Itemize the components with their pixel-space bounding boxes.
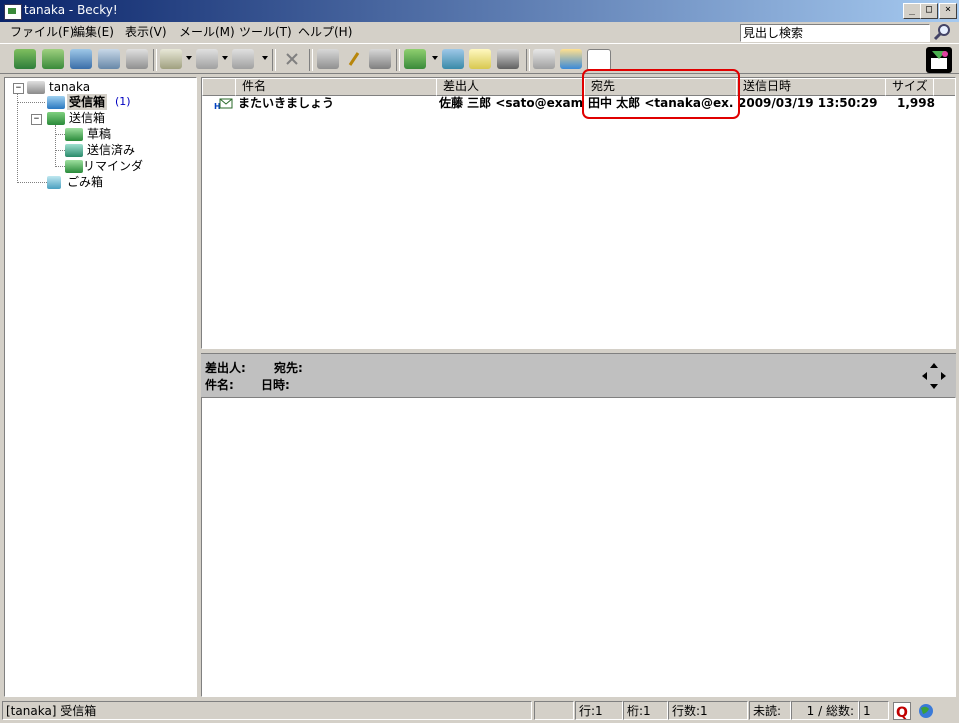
preview-subject-label: 件名: <box>205 378 234 392</box>
reply-icon[interactable] <box>196 49 218 69</box>
send-receive-icon[interactable] <box>42 49 64 69</box>
pencil-icon[interactable] <box>343 49 365 69</box>
move-icon[interactable] <box>369 49 391 69</box>
toolbar-separator <box>526 49 530 71</box>
becky-logo-icon <box>926 47 952 73</box>
tree-trash[interactable]: ごみ箱 <box>67 174 103 190</box>
delete-icon[interactable] <box>281 49 303 69</box>
status-row: 行:1 <box>575 701 623 720</box>
send-mail-icon[interactable] <box>70 49 92 69</box>
tree-line <box>55 150 65 151</box>
status-empty <box>534 701 574 720</box>
tree-line <box>55 125 56 167</box>
address-book-icon[interactable] <box>404 49 426 69</box>
network-globe-icon[interactable] <box>916 702 936 720</box>
folder-icon[interactable] <box>560 49 582 69</box>
unread-mail-icon: H <box>214 97 234 113</box>
reply-dropdown-icon[interactable] <box>222 56 228 60</box>
tree-inbox[interactable]: 受信箱 <box>67 94 108 110</box>
tree-line <box>17 93 18 183</box>
tree-reminder[interactable]: リマインダ <box>83 158 143 174</box>
tree-line <box>17 182 47 183</box>
quick-search-icon[interactable]: Q <box>893 702 911 721</box>
status-counts: 1 / 総数: <box>791 701 859 720</box>
menu-file[interactable]: ファイル(F) <box>7 24 77 40</box>
message-list: 件名 差出人 宛先 送信日時 サイズ H またいきましょう 佐藤 三郎 <sat… <box>201 77 956 349</box>
toolbar-separator <box>309 49 313 71</box>
status-unread-label: 未読: <box>749 701 791 720</box>
tree-outbox[interactable]: 送信箱 <box>69 110 105 126</box>
receive-mail-icon[interactable] <box>14 49 36 69</box>
menu-view[interactable]: 表示(V) <box>122 24 170 40</box>
maximize-button[interactable]: □ <box>920 3 938 19</box>
preview-header: 差出人: 宛先: 件名: 日時: <box>201 353 956 397</box>
tree-sent[interactable]: 送信済み <box>87 142 135 158</box>
account-icon <box>27 81 45 94</box>
status-lines: 行数:1 <box>668 701 748 720</box>
tree-line <box>17 102 45 103</box>
status-bar: [tanaka] 受信箱 行:1 桁:1 行数:1 未読: 1 / 総数: 1 … <box>0 700 959 722</box>
header-search-input[interactable]: 見出し検索 <box>740 24 930 42</box>
status-folder: [tanaka] 受信箱 <box>2 701 532 720</box>
menu-edit[interactable]: 編集(E) <box>70 24 117 40</box>
row-subject: またいきましょう <box>238 96 335 110</box>
trash-icon <box>47 176 61 189</box>
toolbar <box>0 43 959 74</box>
compose-dropdown-icon[interactable] <box>186 56 192 60</box>
tree-drafts[interactable]: 草稿 <box>87 126 111 142</box>
svg-text:Q: Q <box>896 705 908 719</box>
preview-date-label: 日時: <box>261 378 290 392</box>
notes-icon[interactable] <box>469 49 491 69</box>
close-button[interactable]: × <box>939 3 957 19</box>
tree-collapse-icon[interactable]: − <box>13 83 24 94</box>
offline-icon[interactable] <box>126 49 148 69</box>
sync-icon[interactable] <box>98 49 120 69</box>
thread-icon[interactable] <box>317 49 339 69</box>
compose-icon[interactable] <box>160 49 182 69</box>
status-col: 桁:1 <box>623 701 668 720</box>
tree-collapse-icon[interactable]: − <box>31 114 42 125</box>
preview-from-label: 差出人: <box>205 361 246 375</box>
column-header-filler <box>933 78 955 96</box>
clip-icon[interactable] <box>533 49 555 69</box>
menu-tools[interactable]: ツール(T) <box>236 24 295 40</box>
preview-pane[interactable] <box>201 397 956 697</box>
search-icon[interactable] <box>932 22 954 42</box>
minimize-button[interactable]: _ <box>903 3 921 19</box>
column-header-from[interactable]: 差出人 <box>436 78 592 96</box>
tree-line <box>55 166 65 167</box>
column-header-subject[interactable]: 件名 <box>235 78 444 96</box>
tree-account[interactable]: tanaka <box>49 79 90 95</box>
template-icon[interactable] <box>497 49 519 69</box>
toolbar-separator <box>396 49 400 71</box>
address-dropdown-icon[interactable] <box>432 56 438 60</box>
toolbar-separator <box>153 49 157 71</box>
inbox-unread-count: (1) <box>115 95 131 108</box>
title-bar[interactable]: tanaka - Becky! _ □ × <box>0 0 959 22</box>
drafts-icon <box>65 128 83 141</box>
forward-icon[interactable] <box>232 49 254 69</box>
row-size: 1,998 <box>897 96 935 110</box>
layout-icon[interactable] <box>587 49 611 71</box>
sent-icon <box>65 144 83 157</box>
tree-line <box>55 134 65 135</box>
column-header-date[interactable]: 送信日時 <box>736 78 893 96</box>
app-icon <box>4 4 22 20</box>
reminder-icon <box>65 160 83 173</box>
preview-to-label: 宛先: <box>274 361 303 375</box>
folder-tree: − tanaka 受信箱 (1) − 送信箱 草稿 送信済み リマインダ ごみ箱 <box>4 77 197 697</box>
inbox-icon <box>47 96 65 109</box>
menu-mail[interactable]: メール(M) <box>176 24 238 40</box>
forward-dropdown-icon[interactable] <box>262 56 268 60</box>
menu-help[interactable]: ヘルプ(H) <box>295 24 355 40</box>
window-title: tanaka - Becky! <box>24 3 118 17</box>
outbox-icon <box>47 112 65 125</box>
filter-icon[interactable] <box>442 49 464 69</box>
status-total: 1 <box>859 701 889 720</box>
row-date: 2009/03/19 13:50:29 <box>738 96 878 110</box>
toolbar-separator <box>272 49 276 71</box>
row-from: 佐藤 三郎 <sato@exam... <box>439 96 583 110</box>
navigate-arrows-icon[interactable] <box>921 362 947 390</box>
to-column-highlight <box>582 69 740 119</box>
